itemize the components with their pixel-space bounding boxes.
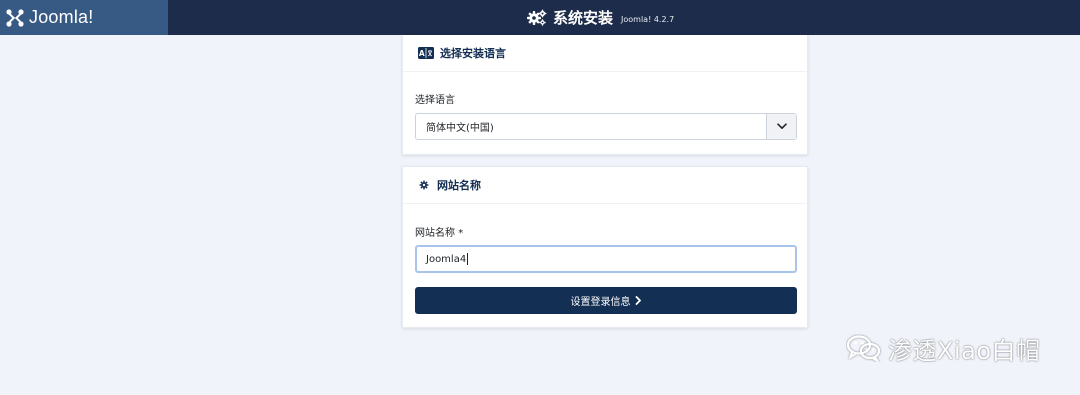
- language-select-toggle[interactable]: [766, 114, 796, 139]
- language-select[interactable]: 简体中文(中国): [415, 113, 797, 140]
- wechat-icon: [846, 335, 881, 362]
- header-bar: Joomla! 系统安装 Joomla! 4.2.7: [0, 0, 1080, 35]
- site-name-card-header: 网站名称: [403, 167, 807, 204]
- text-caret: [467, 253, 469, 265]
- language-icon: A: [418, 47, 434, 59]
- version-label: Joomla! 4.2.7: [621, 14, 675, 24]
- chevron-down-icon: [776, 123, 787, 129]
- site-name-label-text: 网站名称: [415, 228, 455, 239]
- site-name-card-body: 网站名称 * Joomla4 设置登录信息: [403, 224, 807, 314]
- brand[interactable]: Joomla!: [0, 0, 168, 35]
- joomla-logo-icon: [6, 8, 24, 27]
- gear-icon: [419, 180, 429, 190]
- chevron-right-icon: [635, 296, 641, 305]
- site-name-input-value: Joomla4: [426, 253, 467, 265]
- setup-login-button[interactable]: 设置登录信息: [415, 287, 797, 314]
- language-select-label: 选择语言: [415, 95, 455, 106]
- watermark: 渗透Xiao白帽: [846, 328, 1041, 368]
- setup-login-button-label: 设置登录信息: [570, 297, 631, 308]
- language-card-header: A 选择安装语言: [403, 35, 807, 72]
- required-mark: *: [458, 228, 464, 239]
- page-title-group: 系统安装 Joomla! 4.2.7: [527, 0, 674, 35]
- site-name-card-title: 网站名称: [437, 179, 481, 192]
- brand-name: Joomla!: [29, 7, 94, 27]
- language-card-body: 选择语言 简体中文(中国): [403, 91, 807, 140]
- site-name-card: 网站名称 网站名称 * Joomla4 设置登录信息: [402, 166, 808, 328]
- language-card-title: 选择安装语言: [440, 47, 506, 60]
- language-select-value: 简体中文(中国): [426, 123, 494, 134]
- cogs-icon: [527, 9, 547, 26]
- watermark-text: 渗透Xiao白帽: [888, 336, 1041, 365]
- language-card: A 选择安装语言 选择语言 简体中文(中国): [402, 35, 808, 155]
- site-name-label: 网站名称 *: [415, 224, 795, 239]
- site-name-input[interactable]: Joomla4: [415, 245, 797, 273]
- page-title: 系统安装: [553, 9, 614, 27]
- svg-text:A: A: [419, 49, 425, 58]
